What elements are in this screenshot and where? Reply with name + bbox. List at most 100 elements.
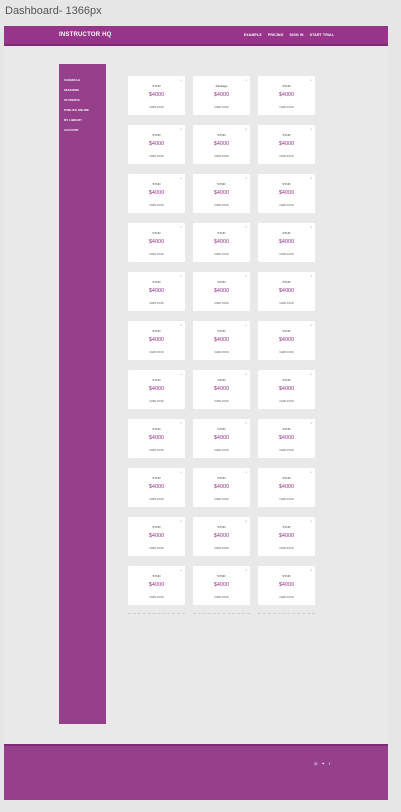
nav-sign-in[interactable]: SIGN IN (290, 33, 304, 37)
pricing-card[interactable]: x STUD $4000 CARD FOOD (128, 174, 185, 213)
card-price: $4000 (278, 239, 295, 245)
instagram-icon[interactable]: ◎ (314, 761, 318, 766)
pricing-card[interactable]: x STUD $4000 CARD FOOD (258, 419, 315, 458)
card-close-icon[interactable]: x (246, 225, 248, 229)
card-footer-text: CARD FOOD (279, 253, 294, 256)
pricing-card[interactable]: x STUD $4000 CARD FOOD (128, 125, 185, 164)
sidebar-item-schedule[interactable]: SCHEDULE (64, 78, 80, 82)
pricing-card[interactable]: x STUD $4000 CARD FOOD (258, 272, 315, 311)
card-close-icon[interactable]: x (181, 127, 183, 131)
card-close-icon[interactable]: x (246, 127, 248, 131)
card-close-icon[interactable]: x (311, 127, 313, 131)
sidebar-item-sessions[interactable]: SESSIONS (64, 88, 79, 92)
card-close-icon[interactable]: x (311, 323, 313, 327)
nav-start-trial[interactable]: START TRIAL (310, 33, 334, 37)
nav-pricing[interactable]: PRICING (268, 33, 284, 37)
card-close-icon[interactable]: x (181, 78, 183, 82)
sidebar-item-publish-online[interactable]: PUBLISH ONLINE (64, 108, 89, 112)
pricing-card[interactable]: x STUD $4000 CARD FOOD (193, 174, 250, 213)
pricing-card[interactable]: x STUD $4000 CARD FOOD (258, 223, 315, 262)
pricing-card[interactable]: x STUD $4000 CARD FOOD (128, 419, 185, 458)
facebook-icon[interactable]: f (329, 761, 330, 766)
card-close-icon[interactable]: x (181, 225, 183, 229)
card-footer-text: CARD FOOD (214, 106, 229, 109)
card-close-icon[interactable]: x (246, 274, 248, 278)
card-title: STUD (282, 182, 291, 186)
pricing-card[interactable]: x STUD $4000 CARD FOOD (193, 223, 250, 262)
card-price: $4000 (148, 582, 165, 588)
pricing-card[interactable]: x STUD $4000 CARD FOOD (193, 566, 250, 605)
pricing-card[interactable]: x STUD $4000 CARD FOOD (193, 468, 250, 507)
pricing-card[interactable]: x STUD $4000 CARD FOOD (128, 468, 185, 507)
card-footer-text: CARD FOOD (214, 449, 229, 452)
card-close-icon[interactable]: x (311, 568, 313, 572)
card-close-icon[interactable]: x (311, 421, 313, 425)
card-title: STUD (282, 378, 291, 382)
card-price: $4000 (213, 435, 230, 441)
pricing-card[interactable]: x STUD $4000 CARD FOOD (258, 125, 315, 164)
card-close-icon[interactable]: x (181, 519, 183, 523)
card-close-icon[interactable]: x (311, 470, 313, 474)
pricing-card[interactable]: x STUD $4000 CARD FOOD (258, 517, 315, 556)
pricing-card[interactable]: x STUD $4000 CARD FOOD (258, 370, 315, 409)
sidebar-item-students[interactable]: STUDENTS (64, 98, 80, 102)
card-close-icon[interactable]: x (181, 372, 183, 376)
card-close-icon[interactable]: x (311, 372, 313, 376)
pricing-card[interactable]: x STUD $4000 CARD FOOD (128, 272, 185, 311)
card-close-icon[interactable]: x (246, 78, 248, 82)
card-footer-text: CARD FOOD (149, 400, 164, 403)
pricing-card[interactable]: x STUD $4000 CARD FOOD (258, 174, 315, 213)
sidebar-item-my-library[interactable]: MY LIBRARY (64, 118, 82, 122)
pricing-card[interactable]: x STUD $4000 CARD FOOD (128, 321, 185, 360)
pricing-card[interactable]: x STUD $4000 CARD FOOD (128, 223, 185, 262)
nav-example[interactable]: EXAMPLE (244, 33, 262, 37)
pricing-card[interactable]: x STUD $4000 CARD FOOD (128, 370, 185, 409)
card-price: $4000 (148, 484, 165, 490)
twitter-icon[interactable]: ✦ (322, 761, 325, 766)
card-close-icon[interactable]: x (246, 176, 248, 180)
pricing-card[interactable]: x STUD $4000 CARD FOOD (258, 321, 315, 360)
card-close-icon[interactable]: x (181, 421, 183, 425)
pricing-card[interactable]: x STUD $4000 CARD FOOD (258, 76, 315, 115)
card-close-icon[interactable]: x (181, 568, 183, 572)
card-close-icon[interactable]: x (311, 225, 313, 229)
card-close-icon[interactable]: x (311, 274, 313, 278)
card-close-icon[interactable]: x (311, 176, 313, 180)
card-price: $4000 (278, 288, 295, 294)
card-close-icon[interactable]: x (181, 323, 183, 327)
card-title: STUD (152, 280, 161, 284)
card-close-icon[interactable]: x (246, 568, 248, 572)
pricing-card[interactable]: x STUD $4000 CARD FOOD (193, 419, 250, 458)
pricing-card[interactable]: x STUD $4000 CARD FOOD (193, 272, 250, 311)
pricing-card[interactable]: x STUD $4000 CARD FOOD (128, 517, 185, 556)
card-title: STUD (282, 574, 291, 578)
card-footer-text: CARD FOOD (279, 302, 294, 305)
brand-logo[interactable]: INSTRUCTOR HQ (59, 32, 112, 38)
pricing-card[interactable]: x STUD $4000 CARD FOOD (193, 125, 250, 164)
card-close-icon[interactable]: x (246, 421, 248, 425)
card-close-icon[interactable]: x (246, 372, 248, 376)
pricing-card[interactable]: x STUD $4000 CARD FOOD (128, 566, 185, 605)
sidebar-item-account[interactable]: ACCOUNT (64, 128, 79, 132)
card-close-icon[interactable]: x (246, 470, 248, 474)
pricing-card[interactable]: x STUD $4000 CARD FOOD (193, 370, 250, 409)
card-close-icon[interactable]: x (181, 274, 183, 278)
sidebar: SCHEDULE SESSIONS STUDENTS PUBLISH ONLIN… (59, 64, 106, 724)
pricing-card[interactable]: x STUD $4000 CARD FOOD (258, 566, 315, 605)
pricing-card[interactable]: x STUD $4000 CARD FOOD (193, 321, 250, 360)
card-footer-text: CARD FOOD (279, 351, 294, 354)
pricing-card[interactable]: x STUD $4000 CARD FOOD (128, 76, 185, 115)
card-close-icon[interactable]: x (246, 519, 248, 523)
pricing-card[interactable]: x STUD $4000 CARD FOOD (193, 517, 250, 556)
pricing-card[interactable]: x Package $4000 CARD FOOD (193, 76, 250, 115)
card-close-icon[interactable]: x (181, 176, 183, 180)
card-price: $4000 (148, 386, 165, 392)
card-close-icon[interactable]: x (246, 323, 248, 327)
pricing-card[interactable]: x STUD $4000 CARD FOOD (258, 468, 315, 507)
card-close-icon[interactable]: x (311, 78, 313, 82)
card-footer-text: CARD FOOD (214, 302, 229, 305)
card-close-icon[interactable]: x (181, 470, 183, 474)
card-price: $4000 (278, 337, 295, 343)
card-close-icon[interactable]: x (311, 519, 313, 523)
card-title: STUD (217, 378, 226, 382)
